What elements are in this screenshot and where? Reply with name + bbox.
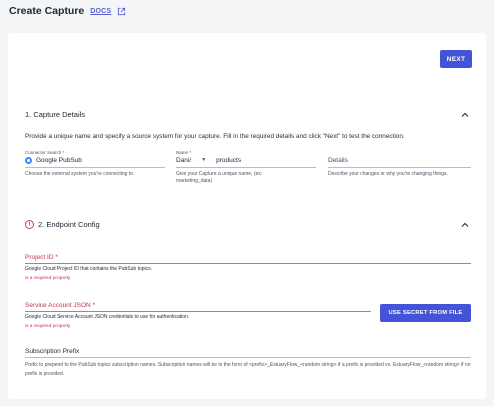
connector-search-value: Google PubSub (36, 156, 82, 164)
capture-details-header[interactable]: 1. Capture Details (25, 110, 85, 119)
endpoint-config-header[interactable]: ! 2. Endpoint Config (25, 220, 100, 229)
service-account-input[interactable] (25, 311, 371, 312)
name-helper: Give your Capture a unique name, (ex: ma… (176, 171, 263, 184)
name-field[interactable]: Name * Dani/ ▼ products Give your Captur… (176, 150, 316, 185)
service-account-label: Service Account JSON * (25, 302, 96, 309)
error-icon: ! (25, 220, 34, 229)
name-prefix-select[interactable]: Dani/ (176, 157, 191, 164)
project-id-helper: Google Cloud Project ID that contains th… (25, 266, 153, 272)
page-title: Create Capture (9, 5, 85, 17)
chevron-up-icon[interactable] (461, 222, 469, 228)
service-account-helper: Google Cloud Service Account JSON creden… (25, 314, 190, 320)
google-pubsub-icon (25, 156, 32, 164)
header: Create Capture DOCS (9, 4, 126, 18)
project-id-label: Project ID * (25, 254, 58, 261)
project-id-input[interactable] (25, 263, 471, 264)
details-input[interactable]: Details (328, 155, 471, 165)
dropdown-arrow-icon[interactable]: ▼ (201, 157, 206, 163)
use-secret-from-file-button[interactable]: USE SECRET FROM FILE (380, 304, 471, 322)
connector-search-helper: Choose the external system you're connec… (25, 171, 135, 177)
name-input[interactable]: products (216, 157, 241, 164)
connector-search-field[interactable]: Connector Search * Google PubSub Choose … (25, 150, 165, 178)
project-id-field[interactable]: Project ID * Google Cloud Project ID tha… (25, 254, 471, 281)
subscription-prefix-helper: Prefix to prepend to the PubSub topics s… (25, 362, 471, 377)
project-id-error: is a required property (25, 276, 71, 281)
details-field[interactable]: . Details Describe your changes or why y… (328, 150, 471, 178)
subscription-prefix-field[interactable]: Subscription Prefix Prefix to prepend to… (25, 348, 471, 379)
subscription-prefix-input[interactable] (25, 357, 471, 358)
next-button[interactable]: NEXT (440, 50, 472, 68)
endpoint-config-title: 2. Endpoint Config (38, 220, 100, 229)
capture-form-card: NEXT 1. Capture Details Provide a unique… (8, 33, 486, 399)
subscription-prefix-label: Subscription Prefix (25, 348, 80, 355)
external-link-icon[interactable] (117, 7, 126, 16)
service-account-field[interactable]: Service Account JSON * Google Cloud Serv… (25, 302, 371, 329)
chevron-up-icon[interactable] (461, 112, 469, 118)
capture-details-title: 1. Capture Details (25, 110, 86, 119)
capture-details-description: Provide a unique name and specify a sour… (25, 133, 405, 140)
docs-link[interactable]: DOCS (90, 8, 111, 15)
service-account-error: is a required property (25, 324, 71, 329)
details-helper: Describe your changes or why you're chan… (328, 171, 448, 177)
